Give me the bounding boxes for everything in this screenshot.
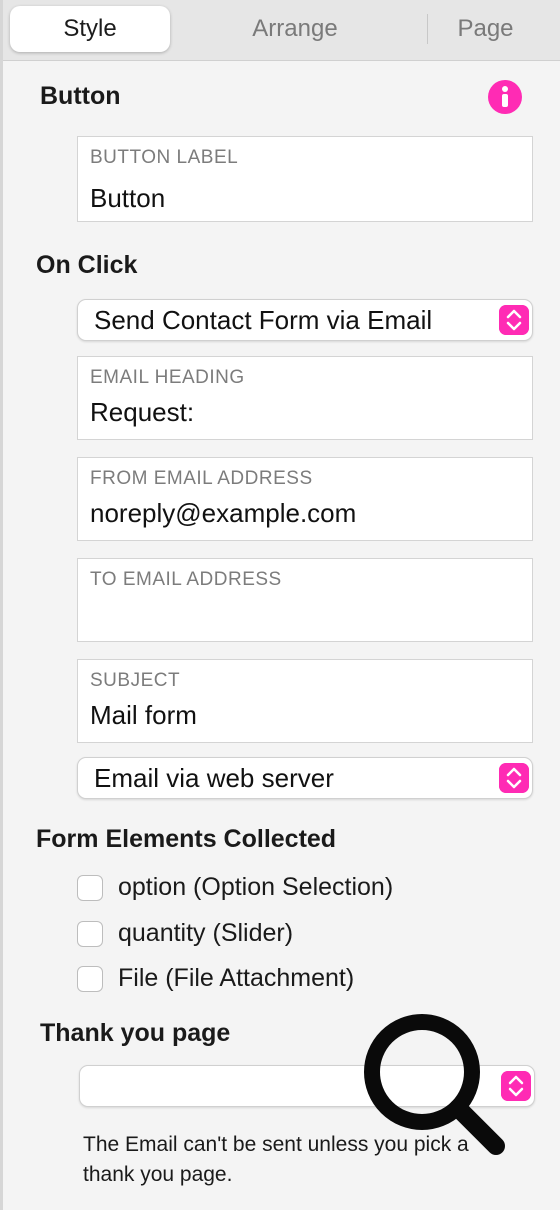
- email-heading-value[interactable]: Request:: [90, 397, 194, 428]
- button-section-title: Button: [40, 82, 121, 110]
- form-element-quantity-label: quantity (Slider): [118, 919, 294, 947]
- delivery-method-select[interactable]: Email via web server: [77, 757, 533, 799]
- tab-arrange[interactable]: Arrange: [195, 6, 395, 52]
- form-element-option-checkbox[interactable]: [77, 875, 103, 901]
- magnifier-icon: [364, 1014, 505, 1155]
- email-heading-label: EMAIL HEADING: [90, 367, 245, 388]
- tab-separator: [427, 14, 428, 44]
- on-click-action-value: Send Contact Form via Email: [94, 305, 433, 335]
- to-email-field[interactable]: TO EMAIL ADDRESS: [77, 558, 533, 642]
- thank-you-title: Thank you page: [40, 1019, 231, 1047]
- from-email-value[interactable]: noreply@example.com: [90, 498, 356, 529]
- email-heading-field[interactable]: EMAIL HEADING Request:: [77, 356, 533, 440]
- form-element-file-checkbox[interactable]: [77, 966, 103, 992]
- tab-style[interactable]: Style: [10, 6, 170, 52]
- from-email-label: FROM EMAIL ADDRESS: [90, 468, 313, 489]
- form-element-file-label: File (File Attachment): [118, 964, 355, 992]
- tab-bar: Style Arrange Page: [3, 0, 560, 61]
- subject-label: SUBJECT: [90, 670, 181, 691]
- on-click-action-select[interactable]: Send Contact Form via Email: [77, 299, 533, 341]
- info-icon[interactable]: [488, 80, 522, 114]
- button-label-field[interactable]: BUTTON LABEL Button: [77, 136, 533, 222]
- subject-value[interactable]: Mail form: [90, 700, 197, 731]
- subject-field[interactable]: SUBJECT Mail form: [77, 659, 533, 743]
- tab-page[interactable]: Page: [433, 6, 538, 52]
- panel-left-border: [0, 0, 3, 1210]
- from-email-field[interactable]: FROM EMAIL ADDRESS noreply@example.com: [77, 457, 533, 541]
- on-click-title: On Click: [36, 251, 138, 279]
- delivery-method-value: Email via web server: [94, 763, 334, 793]
- form-element-option-label: option (Option Selection): [118, 873, 394, 901]
- to-email-label: TO EMAIL ADDRESS: [90, 569, 282, 590]
- button-label-field-label: BUTTON LABEL: [90, 147, 239, 168]
- select-stepper-icon[interactable]: [499, 305, 529, 335]
- form-elements-title: Form Elements Collected: [36, 825, 337, 853]
- select-stepper-icon[interactable]: [499, 763, 529, 793]
- button-label-field-value[interactable]: Button: [90, 183, 165, 214]
- form-element-quantity-checkbox[interactable]: [77, 921, 103, 947]
